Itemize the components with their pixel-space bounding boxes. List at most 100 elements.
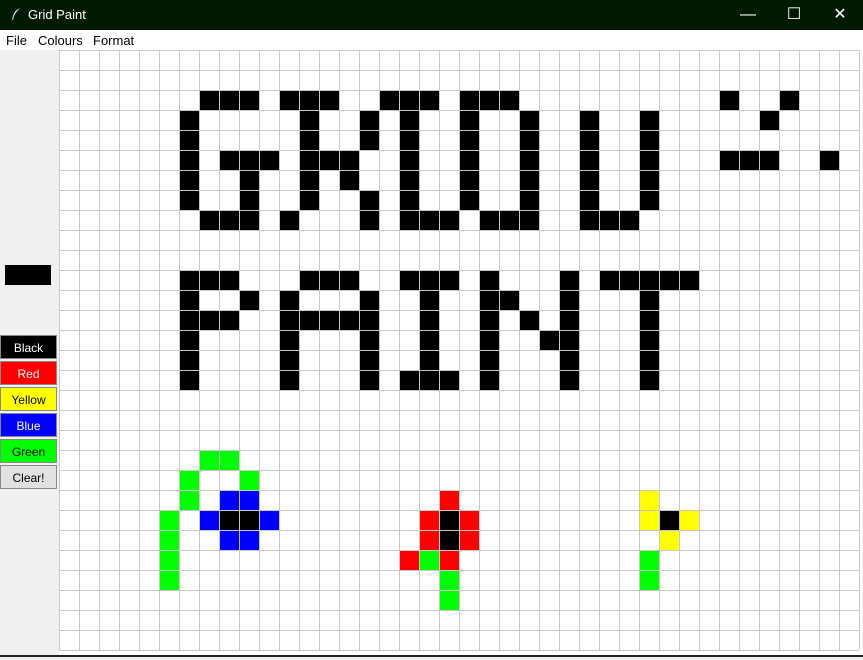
painted-cell[interactable] [499, 210, 519, 230]
painted-cell[interactable] [399, 90, 419, 110]
painted-cell[interactable] [179, 170, 199, 190]
painted-cell[interactable] [179, 330, 199, 350]
painted-cell[interactable] [179, 350, 199, 370]
painted-cell[interactable] [399, 170, 419, 190]
painted-cell[interactable] [239, 530, 259, 550]
painted-cell[interactable] [199, 270, 219, 290]
menu-format[interactable]: Format [93, 33, 134, 48]
painted-cell[interactable] [399, 190, 419, 210]
painted-cell[interactable] [459, 130, 479, 150]
painted-cell[interactable] [199, 310, 219, 330]
painted-cell[interactable] [639, 570, 659, 590]
painted-cell[interactable] [779, 90, 799, 110]
painted-cell[interactable] [219, 150, 239, 170]
painted-cell[interactable] [359, 310, 379, 330]
painted-cell[interactable] [619, 270, 639, 290]
painted-cell[interactable] [239, 150, 259, 170]
painted-cell[interactable] [219, 450, 239, 470]
painted-cell[interactable] [299, 270, 319, 290]
painted-cell[interactable] [459, 110, 479, 130]
painted-cell[interactable] [679, 270, 699, 290]
painted-cell[interactable] [219, 490, 239, 510]
painted-cell[interactable] [419, 350, 439, 370]
painted-cell[interactable] [419, 90, 439, 110]
painted-cell[interactable] [719, 150, 739, 170]
painted-cell[interactable] [239, 190, 259, 210]
painted-cell[interactable] [479, 210, 499, 230]
painted-cell[interactable] [379, 90, 399, 110]
painted-cell[interactable] [659, 530, 679, 550]
painted-cell[interactable] [359, 290, 379, 310]
painted-cell[interactable] [599, 270, 619, 290]
painted-cell[interactable] [319, 90, 339, 110]
painted-cell[interactable] [459, 530, 479, 550]
painted-cell[interactable] [239, 170, 259, 190]
painted-cell[interactable] [219, 270, 239, 290]
painted-cell[interactable] [239, 210, 259, 230]
painted-cell[interactable] [519, 190, 539, 210]
painted-cell[interactable] [179, 470, 199, 490]
painted-cell[interactable] [399, 370, 419, 390]
painted-cell[interactable] [179, 370, 199, 390]
painted-cell[interactable] [359, 330, 379, 350]
painted-cell[interactable] [639, 490, 659, 510]
painted-cell[interactable] [439, 370, 459, 390]
painted-cell[interactable] [419, 290, 439, 310]
painted-cell[interactable] [459, 170, 479, 190]
colour-button-green[interactable]: Green [0, 439, 57, 463]
painted-cell[interactable] [559, 310, 579, 330]
painted-cell[interactable] [299, 150, 319, 170]
painted-cell[interactable] [359, 350, 379, 370]
painted-cell[interactable] [159, 550, 179, 570]
painted-cell[interactable] [179, 150, 199, 170]
painted-cell[interactable] [459, 510, 479, 530]
painted-cell[interactable] [219, 310, 239, 330]
painted-cell[interactable] [239, 470, 259, 490]
painted-cell[interactable] [419, 530, 439, 550]
painted-cell[interactable] [179, 270, 199, 290]
painted-cell[interactable] [479, 90, 499, 110]
painted-cell[interactable] [479, 290, 499, 310]
painted-cell[interactable] [399, 550, 419, 570]
painted-cell[interactable] [479, 330, 499, 350]
painted-cell[interactable] [219, 530, 239, 550]
painted-cell[interactable] [199, 90, 219, 110]
painted-cell[interactable] [279, 370, 299, 390]
clear-button[interactable]: Clear! [0, 465, 57, 489]
painted-cell[interactable] [559, 370, 579, 390]
painted-cell[interactable] [399, 110, 419, 130]
painted-cell[interactable] [279, 210, 299, 230]
painted-cell[interactable] [359, 190, 379, 210]
painted-cell[interactable] [639, 150, 659, 170]
painted-cell[interactable] [439, 590, 459, 610]
painted-cell[interactable] [159, 570, 179, 590]
painted-cell[interactable] [339, 170, 359, 190]
painted-cell[interactable] [319, 310, 339, 330]
painted-cell[interactable] [159, 530, 179, 550]
painted-cell[interactable] [299, 190, 319, 210]
painted-cell[interactable] [279, 310, 299, 330]
painted-cell[interactable] [299, 90, 319, 110]
painted-cell[interactable] [339, 270, 359, 290]
painted-cell[interactable] [659, 270, 679, 290]
painted-cell[interactable] [639, 510, 659, 530]
painted-cell[interactable] [399, 270, 419, 290]
painted-cell[interactable] [179, 490, 199, 510]
painted-cell[interactable] [419, 370, 439, 390]
painted-cell[interactable] [219, 210, 239, 230]
painted-cell[interactable] [759, 110, 779, 130]
painted-cell[interactable] [399, 210, 419, 230]
painted-cell[interactable] [359, 210, 379, 230]
painted-cell[interactable] [219, 90, 239, 110]
painted-cell[interactable] [419, 310, 439, 330]
menu-colours[interactable]: Colours [38, 33, 83, 48]
painted-cell[interactable] [599, 210, 619, 230]
colour-button-red[interactable]: Red [0, 361, 57, 385]
painted-cell[interactable] [819, 150, 839, 170]
painted-cell[interactable] [659, 510, 679, 530]
painted-cell[interactable] [439, 270, 459, 290]
painted-cell[interactable] [519, 170, 539, 190]
painted-cell[interactable] [419, 270, 439, 290]
painted-cell[interactable] [239, 510, 259, 530]
painted-cell[interactable] [519, 110, 539, 130]
